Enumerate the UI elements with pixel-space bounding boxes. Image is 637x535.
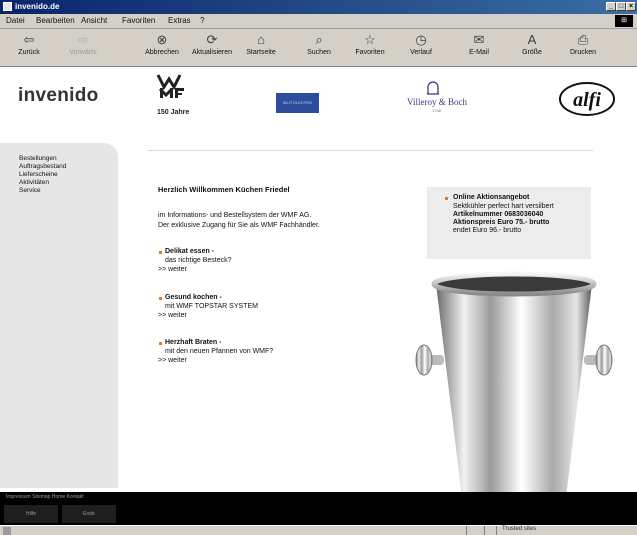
page-footer: Impressum Sitemap Home Kontakt Hilfe End… (0, 492, 637, 525)
feature-title[interactable]: Gesund kochen - (165, 294, 222, 301)
mail-icon: ✉ (473, 32, 485, 47)
sidebar-item-bestellungen[interactable]: Bestellungen (19, 155, 57, 162)
sidebar-item-auftragsbestand[interactable]: Auftragsbestand (19, 163, 66, 170)
champagne-bucket-image[interactable] (414, 270, 614, 506)
offer-price: Aktionspreis Euro 75.- brutto (453, 219, 550, 226)
stop-icon: ⊗ (156, 32, 168, 47)
home-button[interactable]: ⌂ Startseite (241, 31, 281, 65)
offer-article-number: Artikelnummer 0683036040 (453, 211, 544, 218)
menu-help[interactable]: ? (200, 16, 204, 25)
windows-logo-icon: ⊞ (615, 15, 633, 27)
font-size-button[interactable]: A Größe (515, 31, 549, 65)
ie-page-icon (3, 2, 12, 11)
forward-button[interactable]: ⇨ Vorwärts (60, 31, 106, 65)
status-pane (496, 526, 497, 535)
bullet-icon (159, 251, 162, 254)
end-button[interactable]: Ende (62, 505, 116, 523)
svg-text:alfi: alfi (573, 89, 601, 111)
browser-toolbar: ⇦ Zurück ⇨ Vorwärts ⊗ Abbrechen ⟳ Aktual… (0, 29, 637, 67)
villeroy-boch-emblem-icon (427, 81, 439, 95)
offer-product: Sektkühler perfect hart versilbert (453, 203, 554, 210)
feature-title[interactable]: Delikat essen - (165, 248, 214, 255)
refresh-icon: ⟳ (206, 32, 218, 47)
forward-arrow-icon: ⇨ (77, 32, 89, 47)
help-button[interactable]: Hilfe (4, 505, 58, 523)
sidebar-item-aktivitaeten[interactable]: Aktivitäten (19, 179, 49, 186)
sidebar-item-lieferscheine[interactable]: Lieferscheine (19, 171, 58, 178)
feature-more-link[interactable]: >> weiter (158, 266, 187, 273)
status-pane (484, 526, 485, 535)
menu-tools[interactable]: Extras (168, 16, 191, 25)
page-content: invenido 150 Jahre SILIT ELECTRO Villero… (0, 67, 637, 525)
mail-button[interactable]: ✉ E-Mail (460, 31, 498, 65)
offer-box[interactable]: Online Aktionsangebot Sektkühler perfect… (427, 187, 591, 259)
footer-links[interactable]: Impressum Sitemap Home Kontakt (6, 494, 84, 500)
feature-subtitle: mit WMF TOPSTAR SYSTEM (165, 303, 258, 310)
print-button[interactable]: ⎙ Drucken (564, 31, 602, 65)
offer-end-price: endet Euro 96.- brutto (453, 227, 522, 234)
minimize-button[interactable]: _ (606, 2, 616, 11)
maximize-button[interactable]: □ (616, 2, 626, 11)
search-icon: ⌕ (315, 32, 323, 47)
favorites-icon: ☆ (364, 32, 376, 47)
favorites-button[interactable]: ☆ Favoriten (347, 31, 393, 65)
home-icon: ⌂ (257, 32, 265, 47)
history-button[interactable]: ◷ Verlauf (402, 31, 440, 65)
search-button[interactable]: ⌕ Suchen (300, 31, 338, 65)
header-divider (148, 150, 593, 151)
back-button[interactable]: ⇦ Zurück (6, 31, 52, 65)
refresh-button[interactable]: ⟳ Aktualisieren (187, 31, 237, 65)
sidebar-nav: Bestellungen Auftragsbestand Lieferschei… (0, 143, 118, 488)
window-title: invenido.de (15, 2, 60, 11)
page-status-icon (3, 527, 11, 535)
invenido-logo[interactable]: invenido (18, 85, 99, 107)
villeroy-boch-logo[interactable]: Villeroy & Boch (407, 97, 467, 107)
offer-title: Online Aktionsangebot (453, 194, 530, 201)
history-icon: ◷ (415, 32, 427, 47)
bullet-icon (159, 342, 162, 345)
menu-bar: Datei Bearbeiten Ansicht Favoriten Extra… (0, 14, 637, 29)
bullet-icon (445, 197, 448, 200)
status-pane (466, 526, 467, 535)
menu-view[interactable]: Ansicht (81, 16, 107, 25)
villeroy-boch-year: 1748 (432, 108, 441, 113)
feature-subtitle: mit den neuen Pfannen von WMF? (165, 348, 274, 355)
feature-subtitle: das richtige Besteck? (165, 257, 232, 264)
feature-title[interactable]: Herzhaft Braten - (165, 339, 221, 346)
feature-more-link[interactable]: >> weiter (158, 357, 187, 364)
menu-edit[interactable]: Bearbeiten (36, 16, 75, 25)
window-titlebar: invenido.de _ □ × (0, 0, 637, 14)
alfi-logo[interactable]: alfi (558, 81, 616, 117)
intro-text: im Informations- und Bestellsystem der W… (158, 212, 320, 229)
partner-logo[interactable]: SILIT ELECTRO (276, 93, 319, 113)
menu-favorites[interactable]: Favoriten (122, 16, 155, 25)
status-bar: Trusted sites (0, 525, 637, 535)
print-icon: ⎙ (577, 32, 589, 47)
stop-button[interactable]: ⊗ Abbrechen (138, 31, 186, 65)
back-arrow-icon: ⇦ (23, 32, 35, 47)
feature-more-link[interactable]: >> weiter (158, 312, 187, 319)
close-button[interactable]: × (626, 2, 636, 11)
bullet-icon (159, 297, 162, 300)
wmf-tagline: 150 Jahre (157, 109, 190, 116)
sidebar-item-service[interactable]: Service (19, 187, 41, 194)
security-zone-label: Trusted sites (502, 526, 537, 532)
welcome-heading: Herzlich Willkommen Küchen Friedel (158, 185, 290, 194)
wmf-logo-icon[interactable] (156, 73, 186, 99)
menu-file[interactable]: Datei (6, 16, 25, 25)
font-size-icon: A (527, 32, 537, 47)
